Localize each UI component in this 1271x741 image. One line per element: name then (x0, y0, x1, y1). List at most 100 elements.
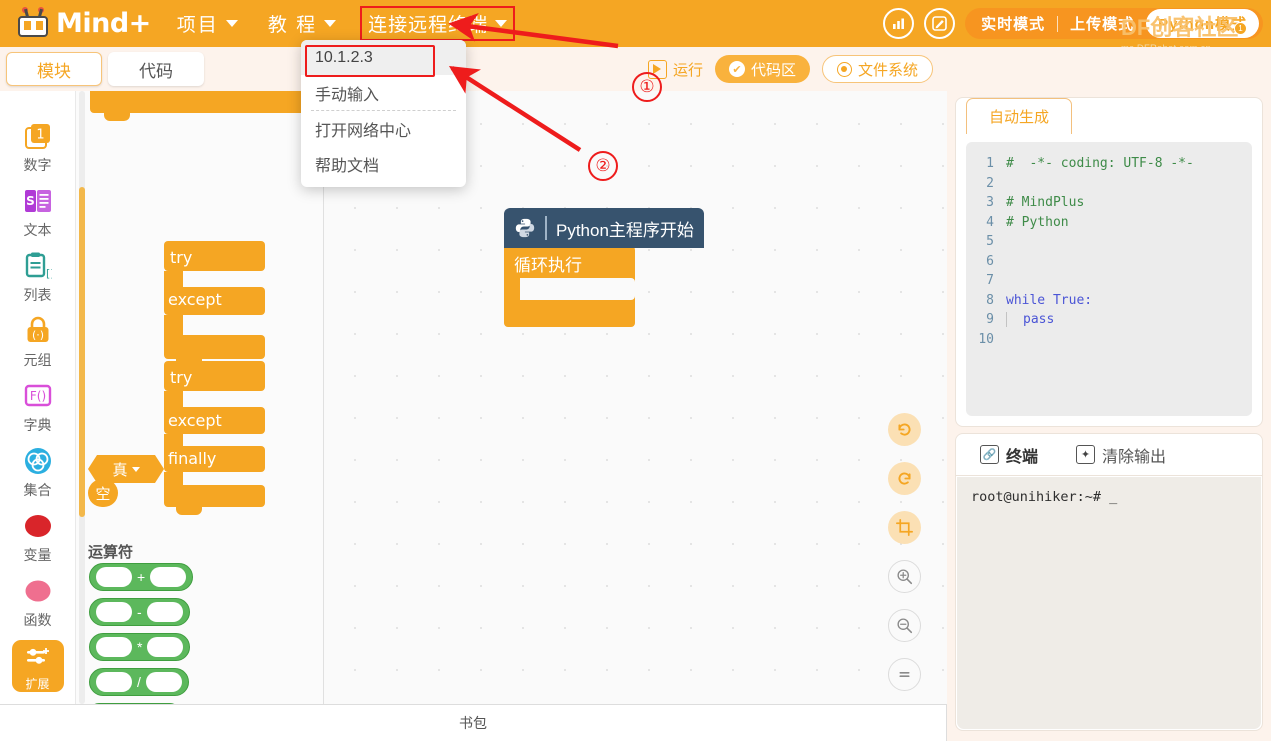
link-icon: 🔗 (980, 445, 999, 464)
dropdown-item-help-doc[interactable]: 帮助文档 (301, 146, 466, 181)
canvas-block-python-main[interactable]: Python主程序开始 (504, 208, 704, 248)
sidebar-item-partial[interactable] (0, 91, 75, 101)
palette-block-multiply[interactable]: * (89, 633, 191, 661)
block-label-except: except (168, 411, 222, 430)
clear-output-label: 清除输出 (1102, 448, 1167, 466)
terminal-output[interactable]: root@unihiker:~# _ (957, 477, 1261, 729)
dropdown-item-network-center[interactable]: 打开网络中心 (301, 111, 466, 146)
annotation-box-dropdown-item (305, 45, 435, 77)
terminal-tab-label: 终端 (1006, 448, 1039, 466)
sidebar-item-dict[interactable]: F() 字典 (0, 379, 75, 435)
palette-block-divide[interactable]: / (89, 668, 189, 696)
backpack-bar[interactable]: 书包 (0, 704, 947, 741)
svg-text:(·): (·) (31, 329, 43, 342)
zoom-in-button[interactable] (888, 560, 921, 593)
block-palette[interactable]: try except try except finally 真 空 运算符 + … (76, 91, 324, 704)
logo-text: Mind+ (56, 8, 151, 39)
block-label-true: 真 (112, 461, 128, 479)
python-icon (514, 217, 536, 239)
sidebar-label-text: 文本 (23, 222, 52, 238)
mode-upload[interactable]: 上传模式 (1058, 13, 1146, 34)
fit-button[interactable] (888, 511, 921, 544)
operand-slot[interactable] (96, 567, 132, 587)
code-line-number: 3 (986, 195, 994, 211)
chart-icon[interactable] (883, 8, 915, 39)
svg-text:[]: [] (46, 267, 52, 280)
palette-block-add[interactable]: + (89, 563, 194, 591)
operator-symbol: - (137, 604, 142, 620)
code-line: 3 # MindPlus (970, 193, 1248, 213)
tab-modules[interactable]: 模块 (6, 52, 102, 86)
block-notch (104, 113, 130, 121)
operand-slot[interactable] (96, 602, 132, 622)
function-icon (21, 574, 55, 608)
svg-text:F(): F() (29, 389, 45, 403)
operator-symbol: / (137, 674, 141, 690)
terminal-tab[interactable]: 🔗 终端 (980, 443, 1038, 467)
clear-output-button[interactable]: ✦ 清除输出 (1076, 443, 1166, 467)
canvas-controls (888, 413, 921, 691)
code-line-number: 1 (986, 156, 994, 172)
mode-python[interactable]: Python模式 (1146, 9, 1259, 38)
edit-icon[interactable] (924, 8, 956, 39)
app-header: Mind+ 项目 教 程 连接远程终端 实时模式 上传模式 Python模式 D… (0, 0, 1271, 54)
dropdown-item-manual-input[interactable]: 手动输入 (301, 75, 466, 110)
run-button[interactable]: 运行 (647, 59, 703, 80)
palette-scroll-thumb[interactable] (79, 187, 85, 517)
block-label-finally: finally (168, 449, 217, 468)
zoom-out-button[interactable] (888, 609, 921, 642)
operator-symbol: + (137, 569, 146, 585)
filesystem-button[interactable]: 文件系统 (821, 55, 933, 83)
play-icon (647, 59, 667, 79)
chevron-down-icon (132, 467, 140, 472)
menu-tutorial-label: 教 程 (267, 15, 318, 36)
code-line-number: 6 (986, 253, 994, 269)
redo-button[interactable] (888, 462, 921, 495)
sidebar-item-variable[interactable]: 变量 (0, 509, 75, 565)
sidebar-item-number[interactable]: 1 数字 (0, 119, 75, 175)
code-editor[interactable]: 1 # -*- coding: UTF-8 -*- 2 3 # MindPlus 4 # P… (966, 142, 1252, 416)
svg-text:S: S (26, 194, 35, 208)
menu-connect-remote-terminal[interactable]: 连接远程终端 (360, 6, 516, 41)
zoom-reset-button[interactable] (888, 658, 921, 691)
code-line-text: while True: (1006, 292, 1093, 308)
number-icon: 1 (21, 119, 55, 153)
code-line-number: 7 (986, 273, 994, 289)
operand-slot[interactable] (147, 637, 184, 657)
operand-slot[interactable] (96, 672, 132, 692)
sidebar-item-function[interactable]: 函数 (0, 574, 75, 630)
tab-code[interactable]: 代码 (108, 52, 204, 86)
code-panel-tabs: 自动生成 (956, 98, 1262, 134)
mode-realtime[interactable]: 实时模式 (969, 13, 1057, 34)
extension-icon (21, 640, 55, 674)
menu-project[interactable]: 项目 (173, 7, 242, 40)
palette-block-none[interactable]: 空 (88, 479, 118, 507)
variable-icon (21, 509, 55, 543)
sidebar-label-extension: 扩展 (25, 677, 50, 691)
operand-slot[interactable] (96, 637, 132, 657)
sidebar-item-set[interactable]: 集合 (0, 444, 75, 500)
palette-block-subtract[interactable]: - (89, 598, 190, 626)
sidebar-item-text[interactable]: S 文本 (0, 184, 75, 240)
operand-slot[interactable] (150, 567, 187, 587)
menu-tutorial[interactable]: 教 程 (264, 7, 340, 40)
terminal-panel: 🔗 终端 ✦ 清除输出 root@unihiker:~# _ (955, 433, 1263, 731)
sidebar-item-tuple[interactable]: (·) 元组 (0, 314, 75, 370)
palette-block-partial[interactable] (90, 91, 323, 113)
operand-slot[interactable] (146, 602, 183, 622)
tab-auto-generate[interactable]: 自动生成 (966, 98, 1073, 134)
sidebar-item-extension[interactable]: 扩展 (11, 640, 64, 692)
sidebar-item-list[interactable]: [] 列表 (0, 249, 75, 305)
code-line-number: 8 (986, 292, 994, 308)
code-line-number: 10 (978, 331, 994, 347)
canvas-block-loop-label: 循环执行 (514, 256, 582, 275)
header-right-group: 实时模式 上传模式 Python模式 DF创客社区 mc.DFRobot.com… (883, 8, 1263, 54)
tuple-lock-icon: (·) (21, 314, 55, 348)
code-area-button[interactable]: ✔ 代码区 (714, 55, 810, 83)
operand-slot[interactable] (145, 672, 182, 692)
code-line-number: 9 (986, 312, 994, 328)
dict-icon: F() (21, 379, 55, 413)
block-notch (176, 507, 202, 515)
set-icon (21, 444, 55, 478)
undo-button[interactable] (888, 413, 921, 446)
